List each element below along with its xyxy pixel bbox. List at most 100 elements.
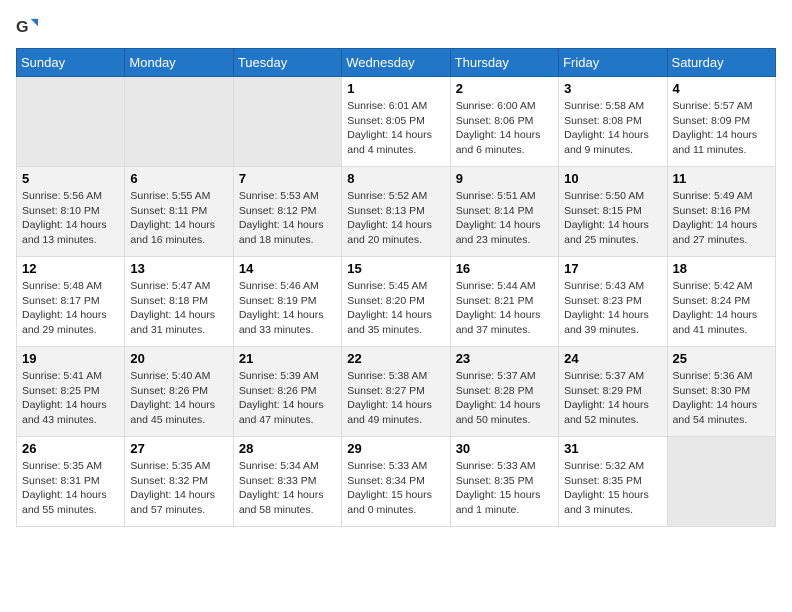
calendar-cell: 24 Sunrise: 5:37 AMSunset: 8:29 PMDayligh… [559, 347, 667, 437]
day-info: Sunrise: 5:45 AMSunset: 8:20 PMDaylight:… [347, 279, 444, 338]
weekday-header-tuesday: Tuesday [233, 49, 341, 77]
day-number: 14 [239, 261, 336, 276]
calendar-cell: 14 Sunrise: 5:46 AMSunset: 8:19 PMDayligh… [233, 257, 341, 347]
day-info: Sunrise: 5:33 AMSunset: 8:35 PMDaylight:… [456, 459, 553, 518]
day-number: 16 [456, 261, 553, 276]
day-number: 19 [22, 351, 119, 366]
calendar-cell: 28Sunrise: 5:34 AMSunset: 8:33 PMDayligh… [233, 437, 341, 527]
day-number: 2 [456, 81, 553, 96]
day-number: 18 [673, 261, 770, 276]
calendar-cell: 20 Sunrise: 5:40 AMSunset: 8:26 PMDayligh… [125, 347, 233, 437]
day-number: 23 [456, 351, 553, 366]
calendar-cell: 16 Sunrise: 5:44 AMSunset: 8:21 PMDayligh… [450, 257, 558, 347]
day-number: 9 [456, 171, 553, 186]
day-number: 28 [239, 441, 336, 456]
day-info: Sunrise: 5:55 AMSunset: 8:11 PMDaylight:… [130, 189, 227, 248]
calendar-cell: 23 Sunrise: 5:37 AMSunset: 8:28 PMDayligh… [450, 347, 558, 437]
day-number: 11 [673, 171, 770, 186]
calendar-cell: 3 Sunrise: 5:58 AMSunset: 8:08 PMDaylight… [559, 77, 667, 167]
day-number: 27 [130, 441, 227, 456]
logo: G [16, 16, 40, 38]
day-info: Sunrise: 5:52 AMSunset: 8:13 PMDaylight:… [347, 189, 444, 248]
weekday-header-wednesday: Wednesday [342, 49, 450, 77]
day-number: 6 [130, 171, 227, 186]
calendar-cell: 15 Sunrise: 5:45 AMSunset: 8:20 PMDayligh… [342, 257, 450, 347]
calendar-cell: 21 Sunrise: 5:39 AMSunset: 8:26 PMDayligh… [233, 347, 341, 437]
calendar-cell: 27Sunrise: 5:35 AMSunset: 8:32 PMDayligh… [125, 437, 233, 527]
calendar-cell: 2Sunrise: 6:00 AMSunset: 8:06 PMDaylight… [450, 77, 558, 167]
weekday-header-friday: Friday [559, 49, 667, 77]
day-number: 24 [564, 351, 661, 366]
calendar-cell: 17Sunrise: 5:43 AMSunset: 8:23 PMDayligh… [559, 257, 667, 347]
weekday-header-monday: Monday [125, 49, 233, 77]
calendar-cell: 29Sunrise: 5:33 AMSunset: 8:34 PMDayligh… [342, 437, 450, 527]
day-info: Sunrise: 5:41 AMSunset: 8:25 PMDaylight:… [22, 369, 119, 428]
calendar-cell: 26 Sunrise: 5:35 AMSunset: 8:31 PMDayligh… [17, 437, 125, 527]
day-number: 20 [130, 351, 227, 366]
day-info: Sunrise: 5:46 AMSunset: 8:19 PMDaylight:… [239, 279, 336, 338]
calendar-cell: 30 Sunrise: 5:33 AMSunset: 8:35 PMDayligh… [450, 437, 558, 527]
calendar-cell [667, 437, 775, 527]
day-number: 1 [347, 81, 444, 96]
day-info: Sunrise: 5:33 AMSunset: 8:34 PMDaylight:… [347, 459, 444, 518]
calendar-table: SundayMondayTuesdayWednesdayThursdayFrid… [16, 48, 776, 527]
day-number: 5 [22, 171, 119, 186]
day-number: 8 [347, 171, 444, 186]
day-info: Sunrise: 5:42 AMSunset: 8:24 PMDaylight:… [673, 279, 770, 338]
day-number: 12 [22, 261, 119, 276]
day-info: Sunrise: 5:35 AMSunset: 8:31 PMDaylight:… [22, 459, 119, 518]
day-info: Sunrise: 5:50 AMSunset: 8:15 PMDaylight:… [564, 189, 661, 248]
calendar-cell: 7Sunrise: 5:53 AMSunset: 8:12 PMDaylight… [233, 167, 341, 257]
calendar-cell: 13 Sunrise: 5:47 AMSunset: 8:18 PMDayligh… [125, 257, 233, 347]
day-info: Sunrise: 5:51 AMSunset: 8:14 PMDaylight:… [456, 189, 553, 248]
day-number: 15 [347, 261, 444, 276]
calendar-cell: 5 Sunrise: 5:56 AMSunset: 8:10 PMDaylight… [17, 167, 125, 257]
calendar-cell [125, 77, 233, 167]
logo-icon: G [16, 16, 38, 38]
day-number: 13 [130, 261, 227, 276]
day-info: Sunrise: 5:38 AMSunset: 8:27 PMDaylight:… [347, 369, 444, 428]
day-info: Sunrise: 5:32 AMSunset: 8:35 PMDaylight:… [564, 459, 661, 518]
day-info: Sunrise: 5:48 AMSunset: 8:17 PMDaylight:… [22, 279, 119, 338]
day-info: Sunrise: 6:01 AMSunset: 8:05 PMDaylight:… [347, 99, 444, 158]
day-info: Sunrise: 5:36 AMSunset: 8:30 PMDaylight:… [673, 369, 770, 428]
day-info: Sunrise: 5:37 AMSunset: 8:28 PMDaylight:… [456, 369, 553, 428]
calendar-cell [233, 77, 341, 167]
calendar-cell: 9 Sunrise: 5:51 AMSunset: 8:14 PMDaylight… [450, 167, 558, 257]
weekday-header-thursday: Thursday [450, 49, 558, 77]
day-number: 31 [564, 441, 661, 456]
day-info: Sunrise: 5:43 AMSunset: 8:23 PMDaylight:… [564, 279, 661, 338]
calendar-cell: 10 Sunrise: 5:50 AMSunset: 8:15 PMDayligh… [559, 167, 667, 257]
calendar-cell: 31 Sunrise: 5:32 AMSunset: 8:35 PMDayligh… [559, 437, 667, 527]
day-info: Sunrise: 5:49 AMSunset: 8:16 PMDaylight:… [673, 189, 770, 248]
day-info: Sunrise: 5:44 AMSunset: 8:21 PMDaylight:… [456, 279, 553, 338]
day-info: Sunrise: 5:37 AMSunset: 8:29 PMDaylight:… [564, 369, 661, 428]
calendar-cell: 12 Sunrise: 5:48 AMSunset: 8:17 PMDayligh… [17, 257, 125, 347]
day-number: 7 [239, 171, 336, 186]
day-info: Sunrise: 5:40 AMSunset: 8:26 PMDaylight:… [130, 369, 227, 428]
day-number: 25 [673, 351, 770, 366]
calendar-cell: 22 Sunrise: 5:38 AMSunset: 8:27 PMDayligh… [342, 347, 450, 437]
day-number: 4 [673, 81, 770, 96]
calendar-cell: 6 Sunrise: 5:55 AMSunset: 8:11 PMDaylight… [125, 167, 233, 257]
calendar-cell: 1 Sunrise: 6:01 AMSunset: 8:05 PMDaylight… [342, 77, 450, 167]
calendar-cell: 8 Sunrise: 5:52 AMSunset: 8:13 PMDaylight… [342, 167, 450, 257]
calendar-cell: 4 Sunrise: 5:57 AMSunset: 8:09 PMDaylight… [667, 77, 775, 167]
day-number: 10 [564, 171, 661, 186]
day-info: Sunrise: 5:58 AMSunset: 8:08 PMDaylight:… [564, 99, 661, 158]
day-number: 3 [564, 81, 661, 96]
day-info: Sunrise: 5:56 AMSunset: 8:10 PMDaylight:… [22, 189, 119, 248]
day-number: 30 [456, 441, 553, 456]
day-number: 26 [22, 441, 119, 456]
page-header: G [16, 16, 776, 38]
weekday-header-saturday: Saturday [667, 49, 775, 77]
weekday-header-sunday: Sunday [17, 49, 125, 77]
svg-text:G: G [16, 18, 29, 36]
day-number: 21 [239, 351, 336, 366]
day-info: Sunrise: 5:47 AMSunset: 8:18 PMDaylight:… [130, 279, 227, 338]
day-info: Sunrise: 5:57 AMSunset: 8:09 PMDaylight:… [673, 99, 770, 158]
day-number: 22 [347, 351, 444, 366]
day-info: Sunrise: 5:39 AMSunset: 8:26 PMDaylight:… [239, 369, 336, 428]
calendar-cell [17, 77, 125, 167]
calendar-cell: 19 Sunrise: 5:41 AMSunset: 8:25 PMDayligh… [17, 347, 125, 437]
